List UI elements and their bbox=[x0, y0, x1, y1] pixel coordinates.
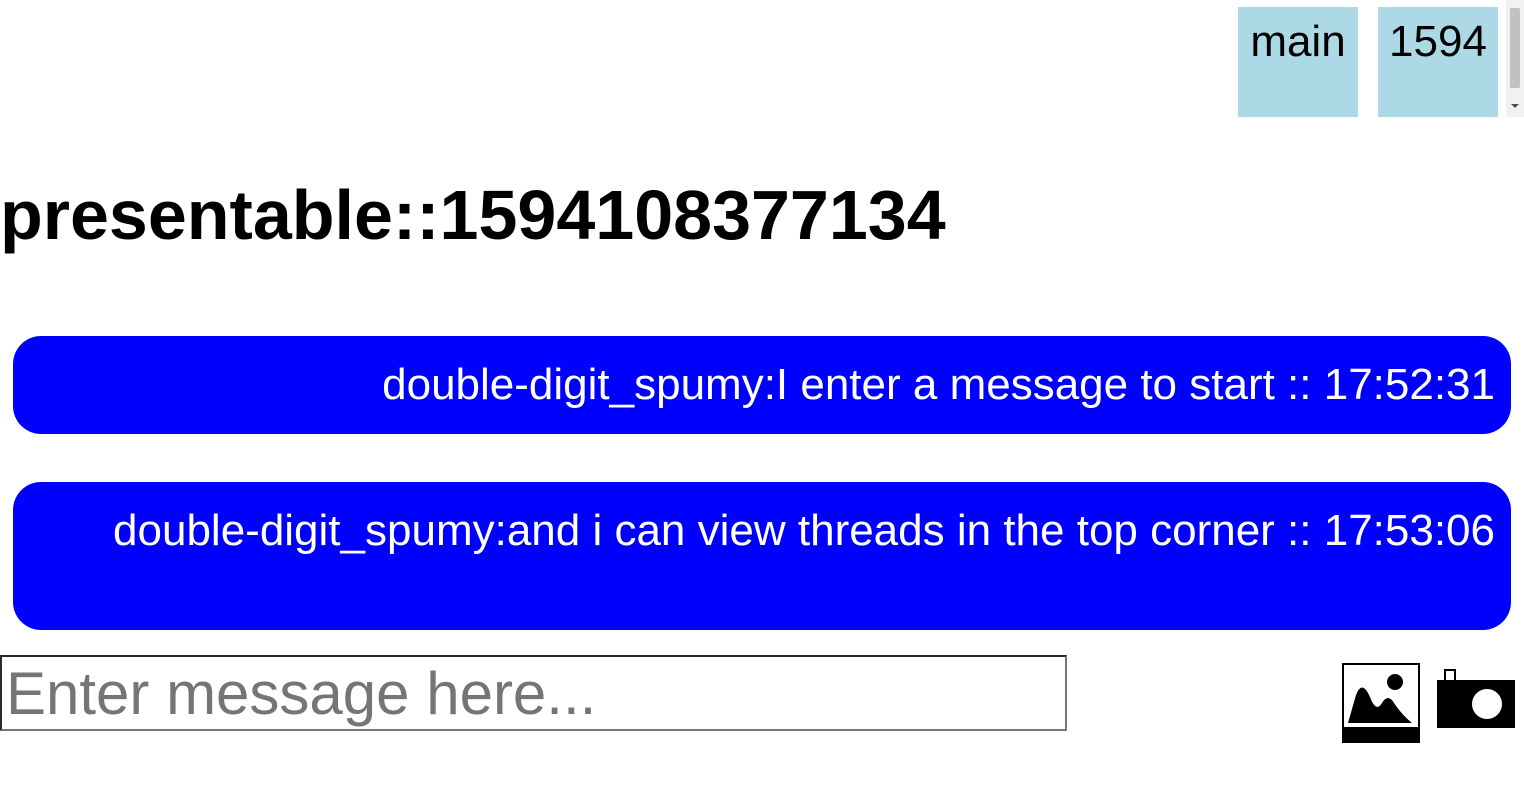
scroll-down-arrow-icon[interactable] bbox=[1511, 104, 1519, 108]
scrollbar-thumb[interactable] bbox=[1510, 8, 1520, 88]
image-upload-button[interactable] bbox=[1342, 663, 1420, 743]
chat-page: main 1594 presentable::1594108377134 dou… bbox=[0, 0, 1524, 803]
message-bubble: double-digit_spumy:and i can view thread… bbox=[13, 482, 1511, 630]
camera-icon bbox=[1437, 669, 1515, 728]
camera-button[interactable] bbox=[1435, 668, 1517, 730]
thread-tab-1594[interactable]: 1594 bbox=[1378, 7, 1498, 117]
message-input[interactable] bbox=[0, 655, 1067, 731]
image-icon bbox=[1342, 663, 1420, 743]
threads-scrollbar[interactable] bbox=[1506, 0, 1524, 117]
room-title: presentable::1594108377134 bbox=[0, 176, 946, 254]
thread-tab-main[interactable]: main bbox=[1238, 7, 1358, 117]
message-bubble: double-digit_spumy:I enter a message to … bbox=[13, 336, 1511, 434]
